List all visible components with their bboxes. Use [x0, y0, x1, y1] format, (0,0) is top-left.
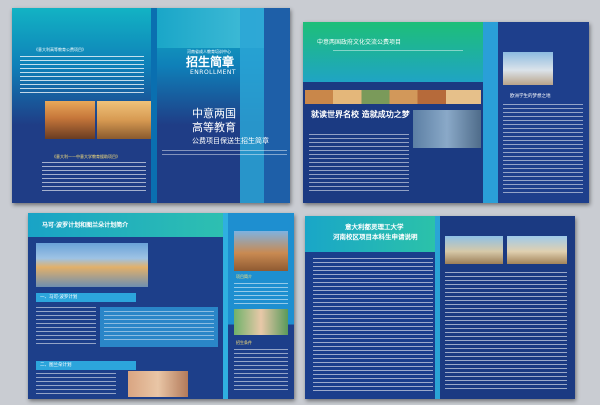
bottom-body-text [42, 162, 146, 192]
left-body-text [20, 56, 144, 96]
hero-line-3: 公费项目保送生招生简章 [192, 137, 269, 145]
tower-photo [234, 231, 288, 271]
campus-photo-1 [445, 236, 503, 264]
enrollment-english: ENROLLMENT [190, 69, 236, 76]
column-accent [240, 8, 264, 203]
enroll-label: 招生条件 [236, 340, 252, 345]
campus-photo-2 [507, 236, 567, 264]
top-title: 中意两国政府文化交流公费项目 [317, 39, 402, 46]
title-line-2: 河南校区项目本科生申请说明 [333, 233, 418, 241]
slogan: 就读世界名校 造就成功之梦 [311, 109, 410, 119]
title-line-1: 意大利都灵理工大学 [345, 223, 404, 231]
left-body-text [313, 258, 433, 392]
title: 马可·波罗计划和图兰朵计划简介 [42, 222, 129, 229]
info-table-rows [104, 311, 214, 343]
hero-line-1: 中意两国 [192, 107, 236, 120]
hero-small-text [162, 150, 287, 158]
left-heading: 《意大利高等教育公费项目》 [34, 47, 86, 52]
enrollment-title: 招生简章 [186, 55, 235, 69]
hero-line-2: 高等教育 [192, 121, 236, 134]
spine [223, 213, 228, 399]
blue-bar-heading: 《意大利——中意大学教育援助项目》 [52, 154, 120, 159]
column-dark [264, 8, 290, 203]
project-text [234, 283, 288, 305]
students-photo [413, 110, 481, 148]
right-caption: 欧洲学生的梦想之地 [510, 94, 551, 99]
section2-heading: 二、图兰朵计划 [40, 363, 72, 368]
city-photo-strip [305, 90, 481, 104]
right-body-text [503, 104, 583, 196]
spine-column [483, 22, 498, 203]
photo-caption-bar [45, 139, 151, 153]
right-body-text [445, 272, 567, 390]
project-label: 项目简介 [236, 274, 252, 279]
venice-photo [36, 243, 148, 287]
enroll-text [234, 349, 288, 393]
center-subtitle: 河南省成人教育培训中心 [187, 49, 231, 54]
section1-text [36, 307, 96, 347]
trevi-fountain-photo [97, 101, 151, 139]
colosseum-photo [45, 101, 95, 139]
section1-heading: 一、马可·波罗计划 [40, 295, 78, 300]
building-photo [503, 52, 553, 85]
spine [435, 216, 440, 399]
section2-text [36, 373, 116, 395]
top-subline [333, 50, 463, 53]
brochure-spread-turin-polytechnic: 意大利都灵理工大学 河南校区项目本科生申请说明 [305, 216, 575, 399]
left-body-text [309, 134, 409, 194]
students-photo [128, 371, 188, 397]
group-photo [234, 309, 288, 335]
brochure-spread-culture-exchange: 中意两国政府文化交流公费项目 就读世界名校 造就成功之梦 欧洲学生的梦想之地 [303, 22, 589, 203]
brochure-spread-marco-polo: 马可·波罗计划和图兰朵计划简介 一、马可·波罗计划 二、图兰朵计划 项目简介 招… [28, 213, 294, 399]
brochure-spread-enrollment: 《意大利高等教育公费项目》 《意大利——中意大学教育援助项目》 河南省成人教育培… [12, 8, 290, 203]
